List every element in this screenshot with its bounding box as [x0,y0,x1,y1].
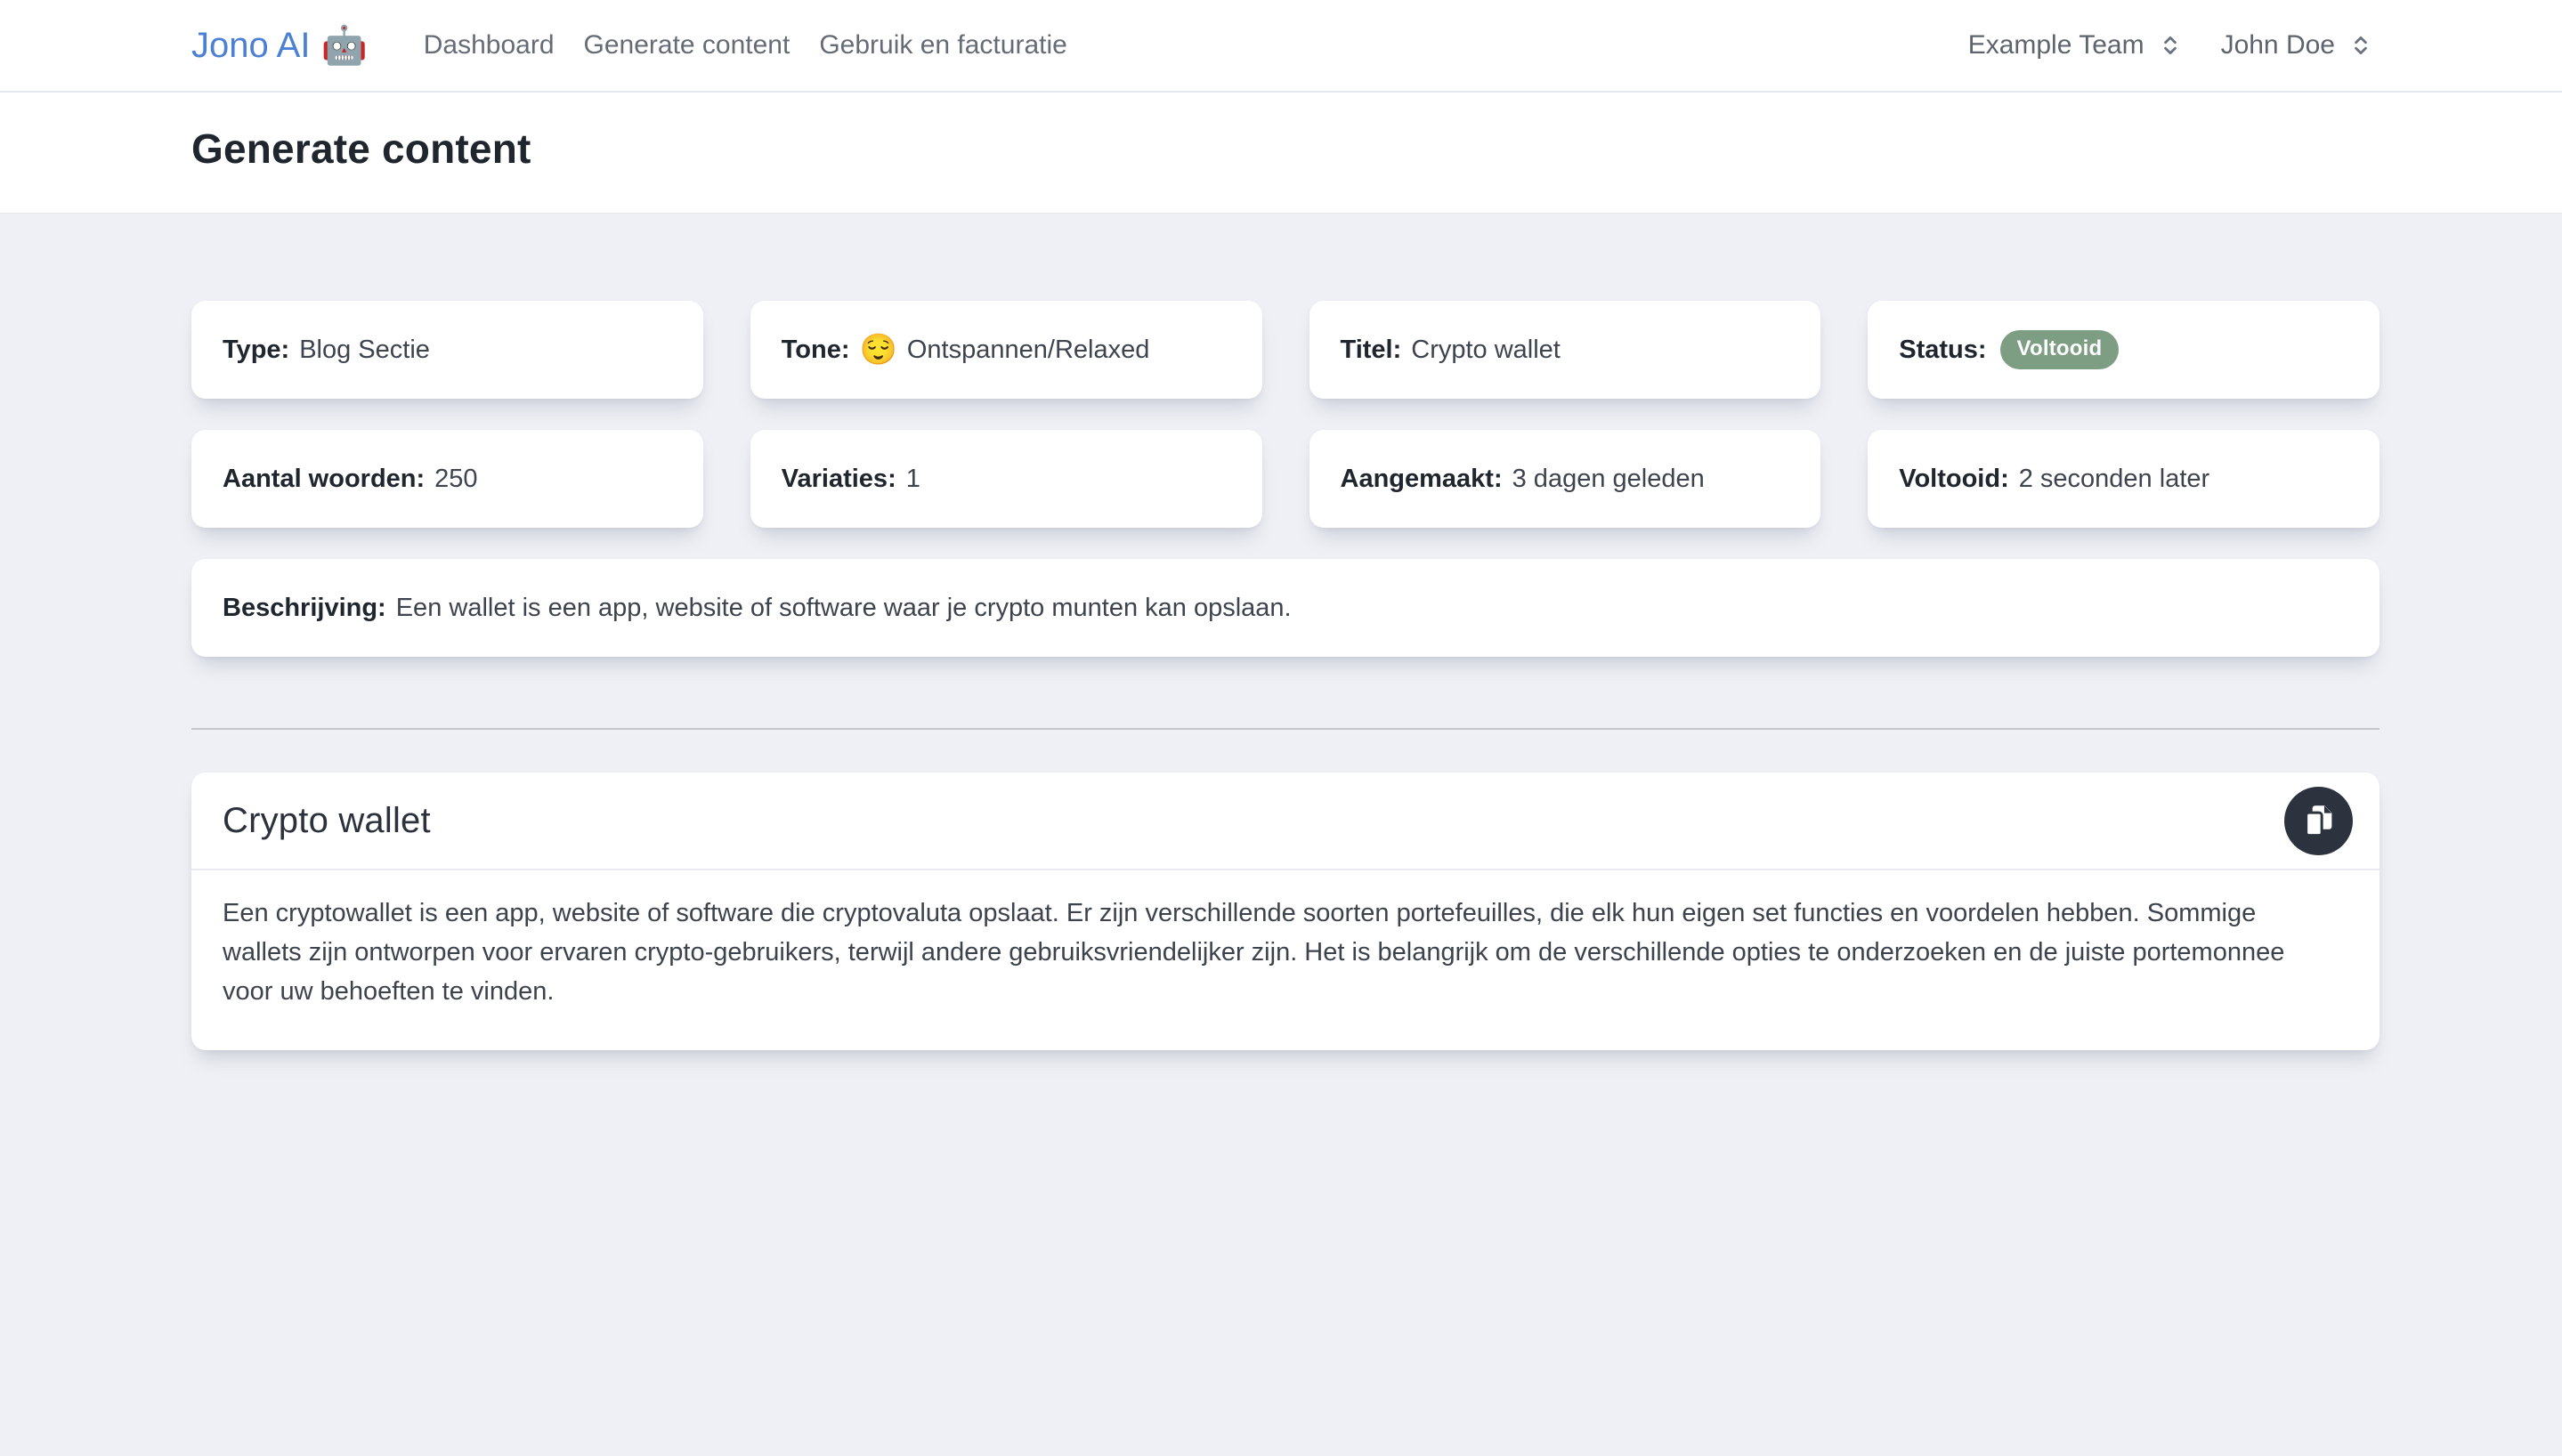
detail-label: Voltooid: [1899,464,2009,493]
detail-card-title: Titel: Crypto wallet [1309,301,1821,399]
detail-label: Type: [223,335,290,364]
generated-content-card: Crypto wallet Een cryptowallet is een ap… [191,772,2380,1050]
brand-name: Jono AI [191,25,311,65]
result-body-text: Een cryptowallet is een app, website of … [223,899,2285,1006]
copy-icon [2300,802,2338,839]
detail-value: 250 [434,464,478,493]
detail-card-completed: Voltooid: 2 seconden later [1868,430,2380,528]
detail-card-word-count: Aantal woorden: 250 [191,430,703,528]
detail-card-variations: Variaties: 1 [750,430,1262,528]
main-nav: Dashboard Generate content Gebruik en fa… [424,30,1067,61]
nav-usage-billing[interactable]: Gebruik en facturatie [819,30,1066,61]
user-menu[interactable]: John Doe [2221,30,2372,61]
detail-label: Aantal woorden: [223,464,426,493]
detail-value: Een wallet is een app, website of softwa… [395,593,1292,622]
nav-dashboard[interactable]: Dashboard [424,30,555,61]
team-selector[interactable]: Example Team [1968,30,2182,61]
detail-label: Aangemaakt: [1340,464,1503,493]
detail-value: 1 [905,464,920,493]
detail-card-status: Status: Voltooid [1868,301,2380,399]
relieved-face-emoji-icon: 😌 [859,333,897,367]
nav-generate-content[interactable]: Generate content [584,30,790,61]
detail-card-tone: Tone: 😌 Ontspannen/Relaxed [750,301,1262,399]
section-divider [191,728,2380,730]
main-content: Type: Blog Sectie Tone: 😌 Ontspannen/Rel… [0,214,2562,1050]
detail-value: Ontspannen/Relaxed [906,335,1150,364]
detail-label: Titel: [1340,335,1402,364]
user-menu-value: John Doe [2220,30,2335,60]
detail-card-type: Type: Blog Sectie [191,301,703,399]
page-title: Generate content [191,125,531,172]
detail-label: Variaties: [781,464,896,493]
brand-logo[interactable]: Jono AI 🤖 [191,26,368,66]
detail-label: Tone: [781,335,850,364]
chevron-up-down-icon [2159,32,2182,59]
detail-card-description: Beschrijving: Een wallet is een app, web… [191,559,2380,657]
copy-button[interactable] [2284,786,2353,855]
detail-label: Status: [1899,335,1987,364]
detail-card-created: Aangemaakt: 3 dagen geleden [1309,430,1821,528]
detail-value: 2 seconden later [2018,464,2210,493]
detail-value: Blog Sectie [299,335,430,364]
top-nav-bar: Jono AI 🤖 Dashboard Generate content Geb… [0,0,2562,93]
details-grid: Type: Blog Sectie Tone: 😌 Ontspannen/Rel… [191,301,2380,657]
robot-emoji-icon: 🤖 [320,24,368,66]
detail-value: 3 dagen geleden [1512,464,1705,493]
topbar-right: Example Team John Doe [1968,30,2372,61]
chevron-up-down-icon [2349,32,2372,59]
status-badge: Voltooid [1999,330,2120,369]
detail-value: Crypto wallet [1411,335,1561,364]
page-heading-band: Generate content [0,93,2562,214]
result-title: Crypto wallet [223,800,431,840]
result-header: Crypto wallet [191,772,2380,870]
detail-label: Beschrijving: [223,593,386,622]
team-selector-value: Example Team [1967,30,2144,60]
